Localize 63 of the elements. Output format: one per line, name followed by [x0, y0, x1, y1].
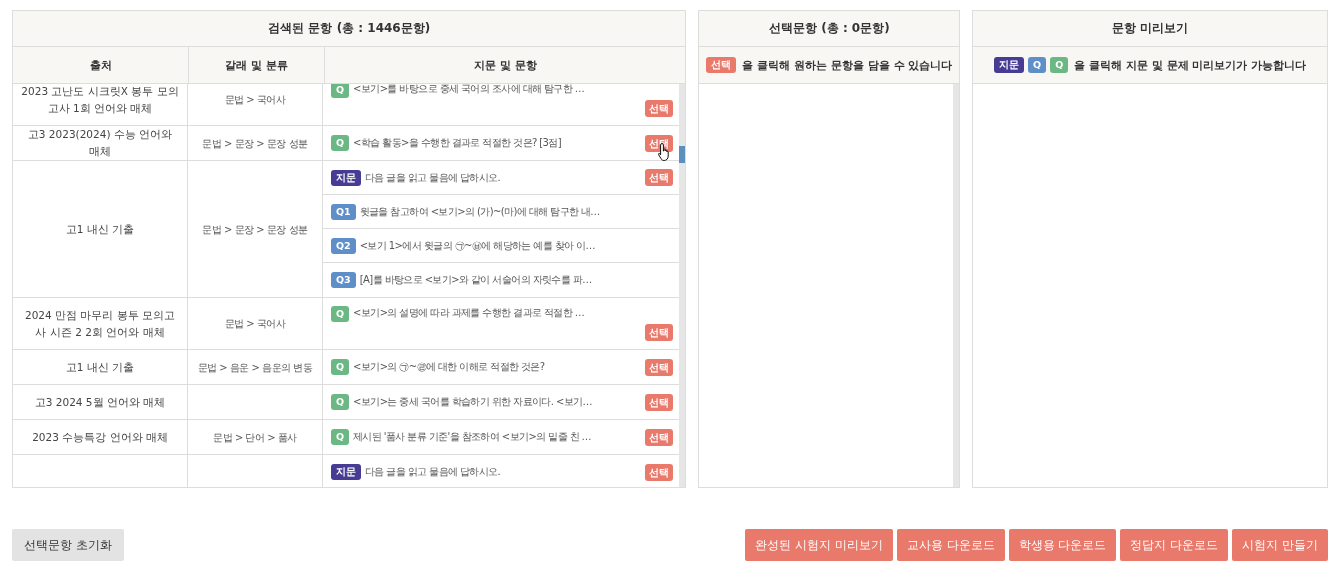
source-cell-text: 2023 고난도 시크릿X 봉투 모의고사 1회 언어와 매체 — [21, 84, 179, 116]
action-button[interactable]: 완성된 시험지 미리보기 — [745, 529, 893, 561]
item-badge[interactable]: Q — [331, 306, 350, 322]
scrollbar[interactable] — [679, 84, 686, 487]
question-text[interactable]: [A]를 바탕으로 <보기>와 같이 서술어의 자릿수를 파… — [359, 273, 674, 287]
column-header: 출처 — [13, 47, 189, 83]
question-text[interactable]: <보기>의 ㉠~㉣에 대한 이해로 적절한 것은? — [353, 360, 642, 374]
source-cell-text: 고1 내신 기출 — [65, 359, 135, 375]
source-cell-text: 고1 내신 기출 — [65, 221, 135, 237]
scrollbar-thumb[interactable] — [679, 146, 686, 163]
item-badge[interactable]: Q — [331, 135, 350, 151]
question-text[interactable]: 윗글을 참고하여 <보기>의 (가)~(마)에 대해 탐구한 내… — [359, 204, 674, 219]
item-badge[interactable]: Q1 — [331, 203, 356, 220]
item-badge[interactable]: Q — [331, 394, 350, 410]
panel-title: 선택문항 (총 : 0문항) — [699, 11, 960, 47]
select-button[interactable]: 선택 — [645, 324, 674, 341]
hint-text: 을 클릭해 원하는 문항을 담을 수 있습니다 — [742, 57, 953, 73]
category-cell-text: 문법 > 국어사 — [224, 93, 286, 107]
category-cell-text: 문법 > 음운 > 음운의 변동 — [197, 360, 313, 375]
item-badge[interactable]: Q — [331, 84, 350, 98]
item-badge[interactable]: Q2 — [331, 237, 356, 254]
item-badge[interactable]: 지문 — [331, 169, 361, 186]
question-text[interactable]: <보기>는 중세 국어를 학습하기 위한 자료이다. <보기… — [353, 395, 642, 409]
question-text[interactable]: 다음 글을 읽고 물음에 답하시오. — [365, 465, 642, 479]
select-button[interactable]: 선택 — [645, 358, 674, 376]
scrollbar[interactable] — [953, 84, 960, 487]
select-badge: 선택 — [706, 57, 737, 73]
category-cell-text: 문법 > 문장 > 문장 성분 — [202, 222, 308, 237]
source-cell-text: 고3 2024 5월 언어와 매체 — [34, 394, 166, 410]
column-header: 갈래 및 분류 — [189, 47, 325, 83]
question-text[interactable]: <보기>를 바탕으로 중세 국어의 조사에 대해 탐구한 … — [353, 84, 642, 96]
category-cell-text: 문법 > 국어사 — [224, 317, 286, 331]
reset-button[interactable]: 선택문항 초기화 — [12, 529, 124, 561]
category-cell-text: 문법 > 문장 > 문장 성분 — [202, 136, 308, 151]
question-text[interactable]: <학습 활동>을 수행한 결과로 적절한 것은? [3점] — [353, 136, 642, 150]
hint-text: 을 클릭해 지문 및 문제 미리보기가 가능합니다 — [1074, 57, 1307, 73]
item-badge: 지문 — [994, 57, 1025, 73]
action-button[interactable]: 교사용 다운로드 — [896, 529, 1005, 561]
source-cell-text: 고3 2023(2024) 수능 언어와 매체 — [26, 127, 174, 159]
item-badge[interactable]: Q — [331, 429, 350, 445]
item-badge[interactable]: 지문 — [331, 464, 361, 480]
select-button[interactable]: 선택 — [645, 428, 674, 446]
select-button[interactable]: 선택 — [645, 463, 674, 481]
panel-title: 문항 미리보기 — [973, 11, 1327, 47]
action-button[interactable]: 정답지 다운로드 — [1120, 529, 1229, 561]
item-badge: Q — [1050, 57, 1069, 73]
action-button[interactable]: 학생용 다운로드 — [1008, 529, 1117, 561]
question-text[interactable]: <보기 1>에서 윗글의 ㉠~㉥에 해당하는 예를 찾아 이… — [359, 238, 674, 253]
question-text[interactable]: 다음 글을 읽고 물음에 답하시오. — [365, 170, 642, 185]
select-button[interactable]: 선택 — [645, 169, 674, 186]
question-text[interactable]: 제시된 '품사 분류 기준'을 참조하여 <보기>의 밑줄 친 … — [353, 430, 642, 444]
panel-title: 검색된 문항 (총 : 1446문항) — [13, 11, 686, 47]
select-button[interactable]: 선택 — [645, 100, 674, 117]
source-cell-text: 2024 만점 마무리 봉투 모의고사 시즌 2 2회 언어와 매체 — [23, 307, 177, 340]
select-button[interactable]: 선택 — [645, 393, 674, 411]
item-badge[interactable]: Q — [331, 359, 350, 375]
question-text[interactable]: <보기>의 설명에 따라 과제를 수행한 결과로 적절한 … — [353, 306, 642, 320]
item-badge[interactable]: Q3 — [331, 272, 356, 288]
item-badge: Q — [1028, 57, 1047, 73]
source-cell-text: 2023 수능특강 언어와 매체 — [32, 429, 168, 445]
category-cell-text: 문법 > 단어 > 품사 — [213, 430, 297, 445]
column-header: 지문 및 문항 — [472, 57, 538, 74]
action-button[interactable]: 시험지 만들기 — [1232, 529, 1328, 561]
